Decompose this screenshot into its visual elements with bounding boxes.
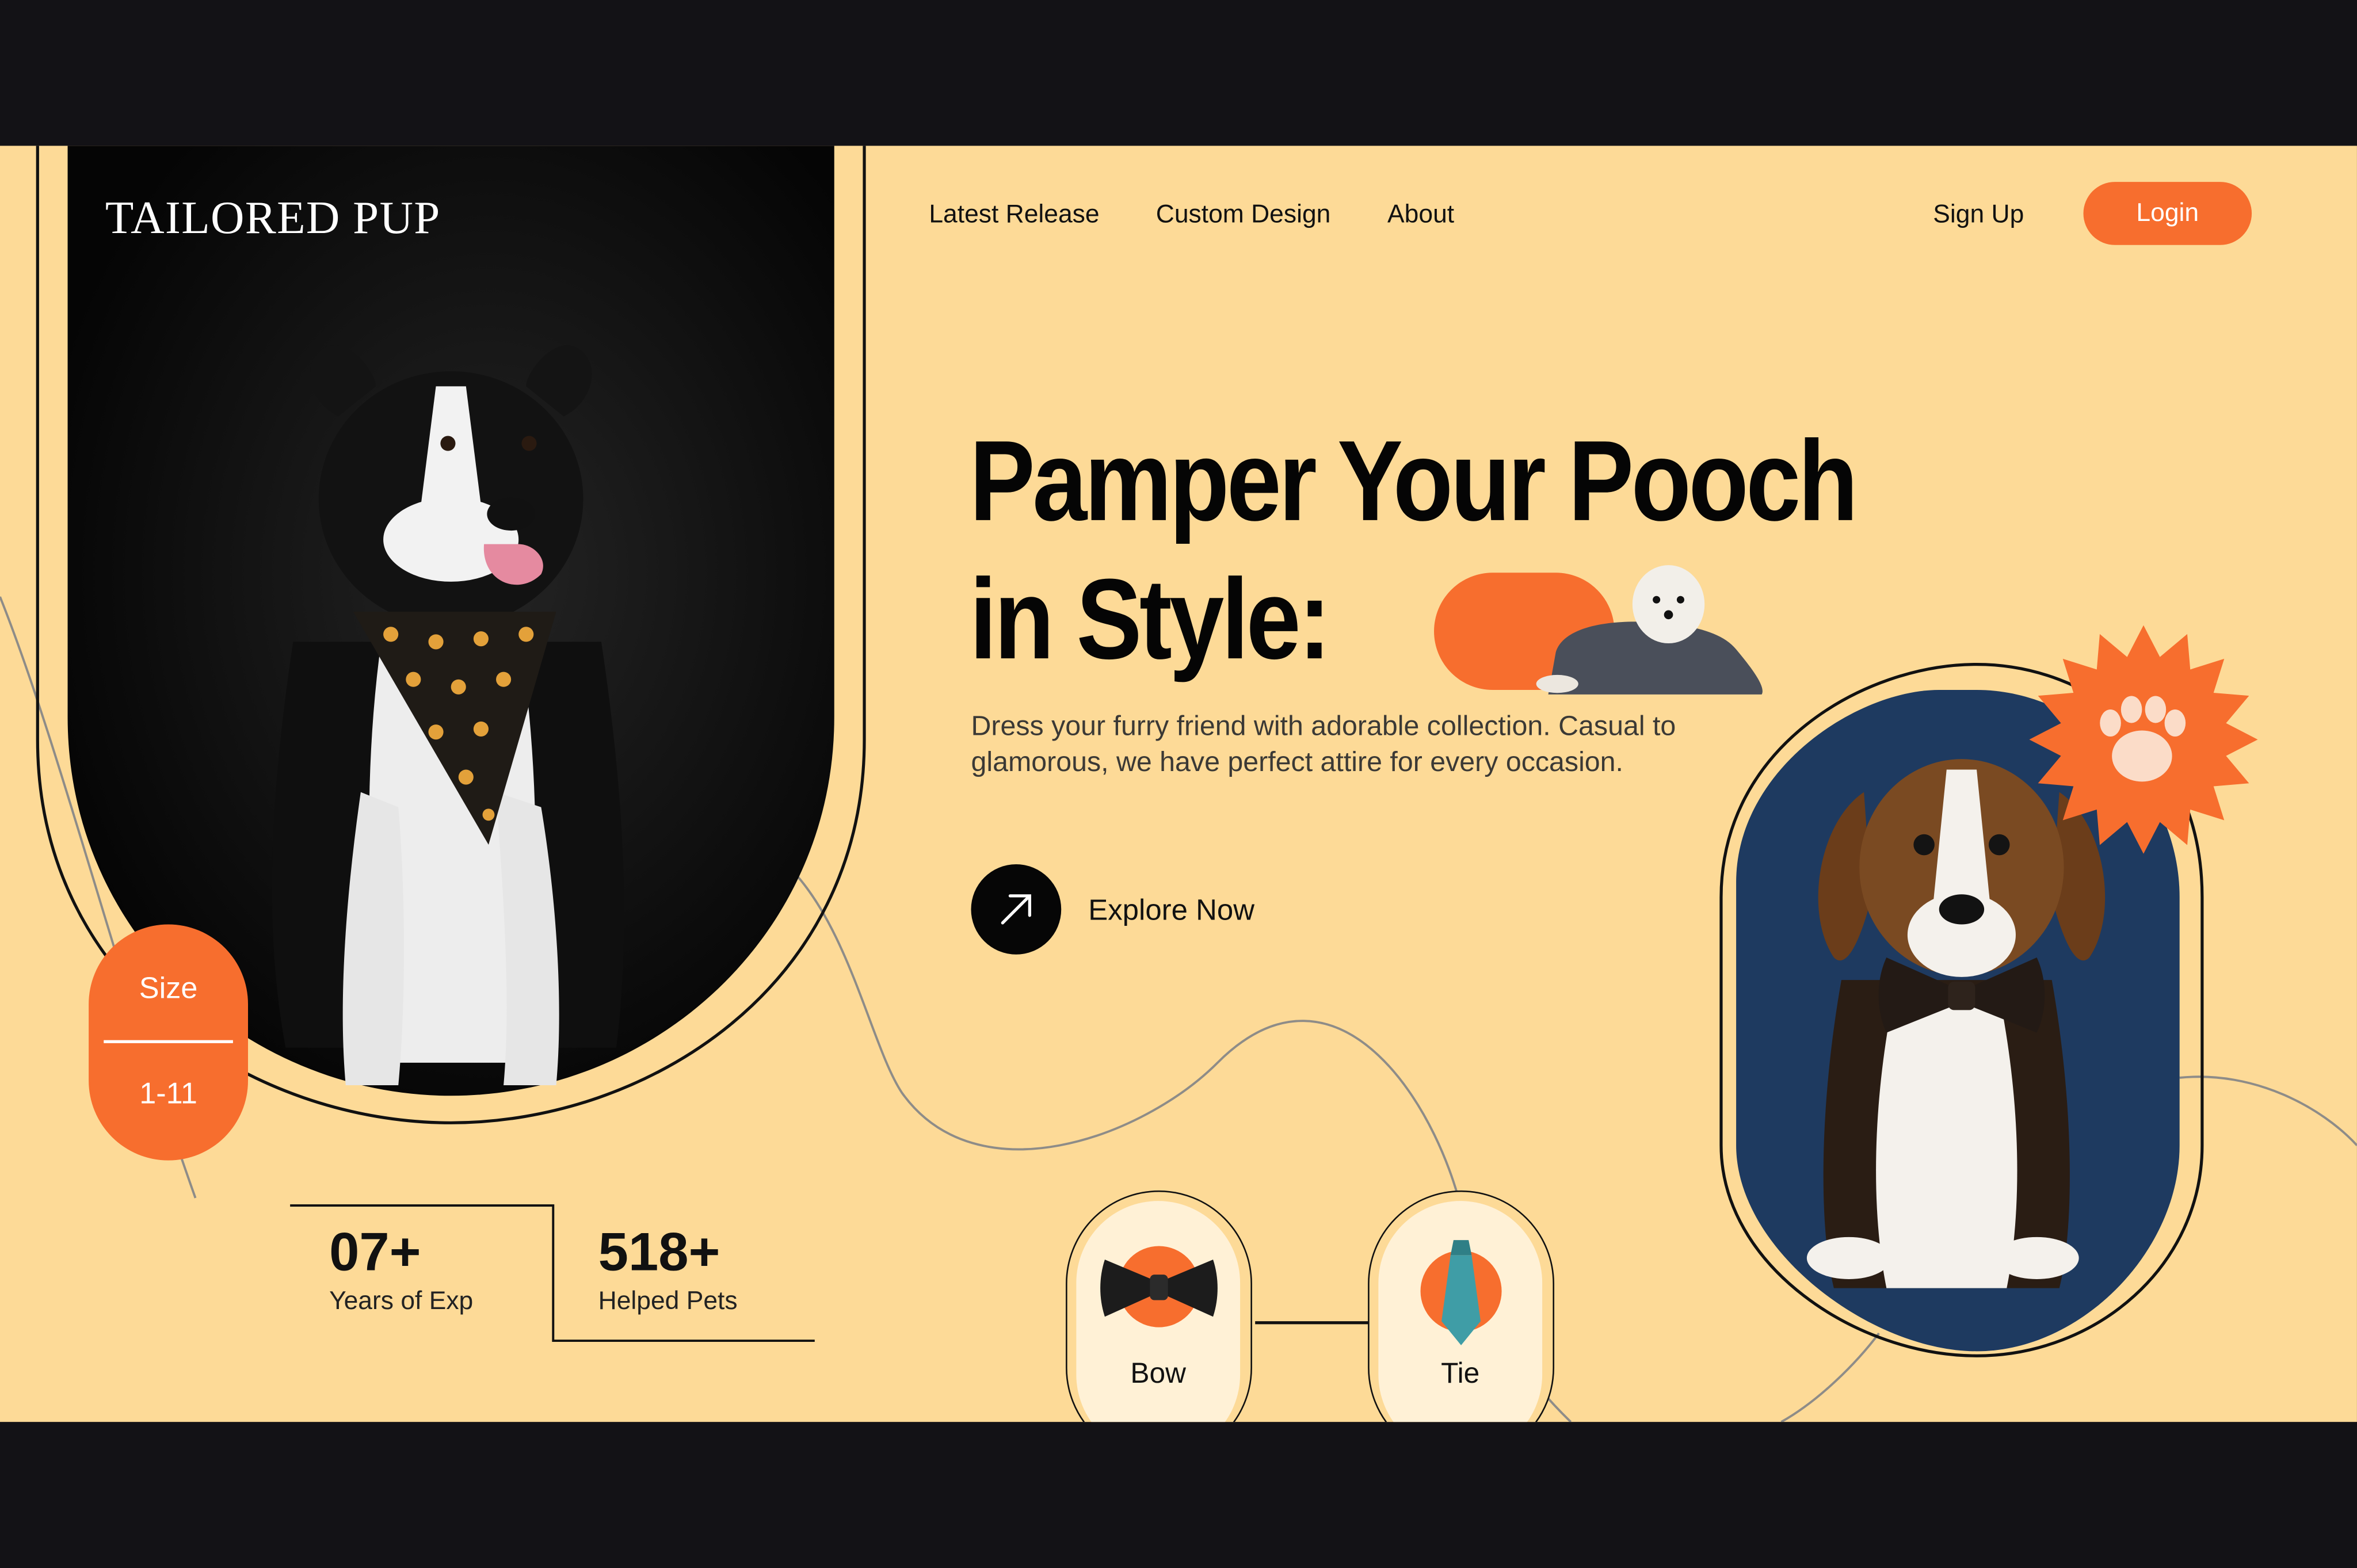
stat-pets: 518+ Helped Pets [598,1220,738,1317]
hero-description: Dress your furry friend with adorable co… [971,709,1676,777]
necktie-icon [1420,1240,1502,1345]
size-value: 1-11 [139,1077,197,1111]
hero-title-line1: Pamper Your Pooch [969,418,1858,546]
landing-page: TAILORED PUP Size 1-11 Latest Release Cu… [0,146,2357,1422]
stat-years: 07+ Years of Exp [329,1220,473,1317]
nav-about[interactable]: About [1387,200,1454,230]
nav-latest-release[interactable]: Latest Release [929,200,1099,230]
hero-title-line2: in Style: [969,556,1331,684]
stat-pets-label: Helped Pets [598,1287,738,1315]
signup-link[interactable]: Sign Up [1933,200,2024,230]
accessory-bow-label: Bow [1130,1359,1186,1391]
stat-pets-value: 518+ [598,1220,720,1283]
bow-tie-icon [1100,1246,1218,1327]
accessory-tie-label: Tie [1441,1359,1480,1391]
stat-years-value: 07+ [329,1220,421,1283]
login-button[interactable]: Login [2083,182,2252,245]
accessory-card-bow[interactable]: Bow [1066,1190,1252,1422]
size-label: Size [139,972,198,1006]
explore-now-button[interactable] [971,864,1062,955]
paw-badge[interactable] [2023,624,2264,857]
size-badge[interactable]: Size 1-11 [89,924,249,1161]
brand-logo[interactable]: TAILORED PUP [105,191,441,245]
accessory-connector [1255,1321,1370,1325]
nav-custom-design[interactable]: Custom Design [1156,200,1331,230]
arrow-up-right-icon [1001,894,1031,925]
explore-now-label[interactable]: Explore Now [1088,894,1254,929]
size-divider [104,1040,233,1043]
accessory-card-tie[interactable]: Tie [1368,1190,1555,1422]
stat-years-label: Years of Exp [329,1287,474,1315]
